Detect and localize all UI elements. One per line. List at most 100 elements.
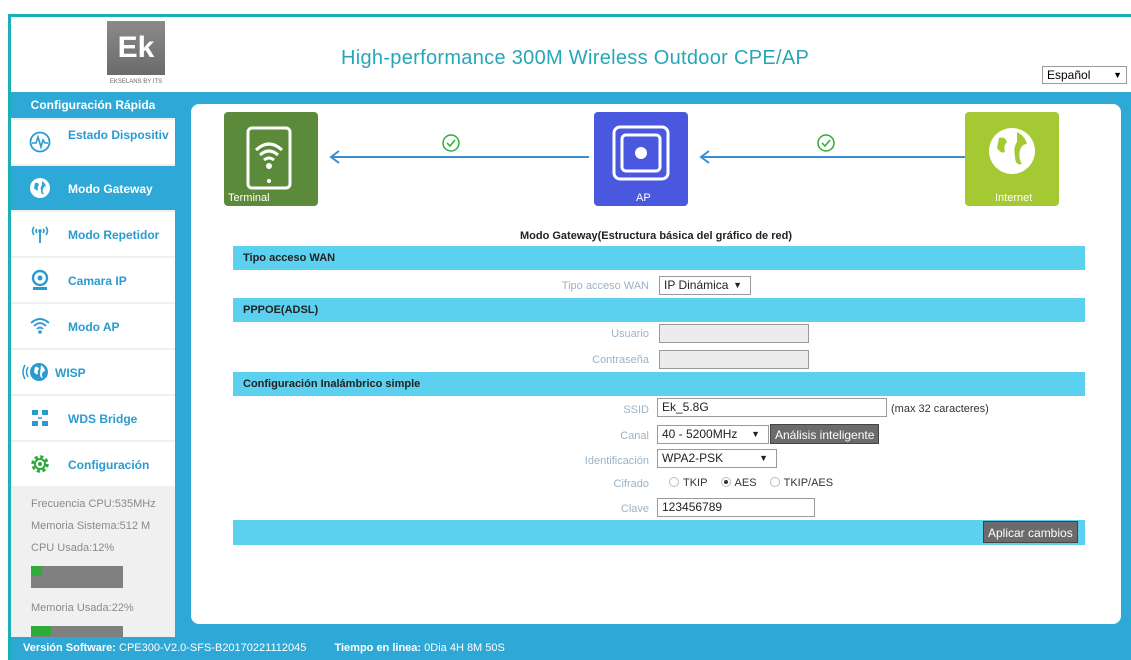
memory-usage-label: Memoria Usada:22% — [31, 602, 134, 614]
cipher-option-label: TKIP/AES — [783, 477, 834, 489]
wisp-globe-icon — [22, 363, 48, 381]
network-diagram-caption: Modo Gateway(Estructura básica del gráfi… — [519, 230, 792, 242]
uptime-value: 0Dia 4H 8M 50S — [424, 642, 505, 654]
radio-button[interactable] — [669, 477, 679, 487]
uptime-label: Tiempo en linea — [334, 642, 418, 654]
cpu-usage-bar — [31, 566, 123, 588]
ssid-hint: (max 32 caracteres) — [891, 403, 989, 415]
version-value: CPE300-V2.0-SFS-B20170221112045 — [119, 642, 307, 654]
cipher-option-label: TKIP — [683, 477, 708, 489]
sidebar-item-label: Modo AP — [68, 320, 120, 334]
wan-type-value: IP Dinámica — [664, 278, 729, 292]
chevron-down-icon: ▼ — [759, 453, 768, 463]
sidebar-item-gateway[interactable]: Modo Gateway — [11, 166, 175, 210]
terminal-label: Terminal — [228, 192, 270, 204]
cipher-option-tkip-aes[interactable]: TKIP/AES — [769, 477, 834, 489]
auth-value: WPA2-PSK — [662, 451, 724, 465]
pppoe-user-input[interactable] — [659, 324, 809, 343]
page-title: High-performance 300M Wireless Outdoor C… — [341, 47, 810, 69]
logo-subtext: EKSELANS BY ITS — [109, 79, 163, 85]
sidebar-item-camara[interactable]: Camara IP — [11, 258, 175, 302]
key-input[interactable]: 123456789 — [657, 498, 815, 517]
smart-scan-button[interactable]: Análisis inteligente — [770, 424, 880, 444]
tablet-wifi-icon — [246, 126, 292, 190]
cpu-frequency: Frecuencia CPU:535MHz — [31, 498, 156, 510]
sidebar-item-label: Estado Dispositiv — [68, 128, 169, 142]
sidebar-item-label: WDS Bridge — [68, 412, 138, 426]
cipher-option-aes[interactable]: AES — [720, 477, 757, 489]
sidebar-item-label: Configuración — [68, 458, 150, 472]
apply-bar — [233, 520, 1085, 545]
internet-tile: Internet — [965, 112, 1059, 206]
cipher-option-tkip[interactable]: TKIP — [669, 477, 707, 489]
check-icon — [442, 134, 460, 152]
auth-label: Identificación — [584, 455, 649, 467]
sidebar-item-config[interactable]: Configuración — [11, 442, 175, 486]
sidebar-item-label: Modo Gateway — [68, 182, 153, 196]
content-panel: Terminal AP Internet Modo Gateway(Estruc… — [191, 104, 1121, 624]
terminal-tile: Terminal — [224, 112, 318, 206]
cipher-option-label: AES — [734, 477, 757, 489]
link-line-left — [331, 156, 589, 158]
wds-icon — [32, 410, 48, 426]
gear-icon — [31, 455, 49, 473]
ap-tile: AP — [594, 112, 688, 206]
cpu-usage-label: CPU Usada:12% — [31, 542, 115, 554]
channel-value: 40 - 5200MHz — [662, 427, 738, 441]
section-wireless: Configuración Inalámbrico simple — [233, 372, 1085, 396]
section-pppoe: PPPOE(ADSL) — [233, 298, 1085, 322]
header: Ek EKSELANS BY ITS High-performance 300M… — [11, 17, 1131, 91]
sidebar: Configuración Rápida Estado Dispositiv M… — [11, 92, 175, 648]
radio-button[interactable] — [720, 477, 731, 487]
sidebar-item-repetidor[interactable]: Modo Repetidor — [11, 212, 175, 256]
ssid-label: SSID — [623, 404, 649, 416]
sidebar-item-estado[interactable]: Estado Dispositiv — [11, 120, 175, 164]
sidebar-item-label: Camara IP — [68, 274, 127, 288]
cipher-radio-group: TKIP AES TKIP/AES — [669, 477, 843, 489]
pulse-icon — [29, 131, 51, 153]
sidebar-item-label: Modo Repetidor — [68, 228, 160, 242]
cipher-label: Cifrado — [613, 478, 649, 490]
sidebar-item-label: WISP — [55, 366, 86, 380]
pppoe-user-label: Usuario — [611, 328, 649, 340]
internet-label: Internet — [995, 192, 1033, 204]
channel-select[interactable]: 40 - 5200MHz ▼ — [657, 425, 769, 444]
sidebar-item-ap[interactable]: Modo AP — [11, 304, 175, 348]
arrow-left-icon — [329, 150, 340, 164]
ssid-input[interactable]: Ek_5.8G — [657, 398, 887, 417]
sidebar-item-wds[interactable]: WDS Bridge — [11, 396, 175, 440]
chevron-down-icon: ▼ — [733, 280, 742, 290]
system-memory: Memoria Sistema:512 M — [31, 520, 151, 532]
quick-config-link[interactable]: Configuración Rápida — [11, 92, 175, 118]
link-line-right — [701, 156, 969, 158]
logo: Ek — [107, 21, 165, 75]
section-wan: Tipo acceso WAN — [233, 246, 1085, 270]
chevron-down-icon: ▼ — [751, 429, 760, 439]
radio-button[interactable] — [769, 477, 780, 487]
wan-type-label: Tipo acceso WAN — [561, 280, 649, 292]
key-label: Clave — [620, 503, 649, 515]
globe-icon — [30, 178, 50, 198]
language-select[interactable]: Español ▼ — [1042, 66, 1127, 84]
wan-type-select[interactable]: IP Dinámica ▼ — [659, 276, 751, 295]
channel-label: Canal — [620, 430, 649, 442]
wifi-icon — [30, 318, 50, 334]
router-icon — [612, 125, 670, 181]
apply-changes-button[interactable]: Aplicar cambios — [983, 521, 1078, 543]
pppoe-password-label: Contraseña — [592, 354, 649, 366]
version-label: Versión Software — [23, 642, 113, 654]
status-footer: Versión Software: CPE300-V2.0-SFS-B20170… — [11, 637, 1131, 660]
antenna-icon — [31, 226, 49, 243]
memory-usage-fill — [31, 626, 52, 636]
pppoe-password-input[interactable] — [659, 350, 809, 369]
chevron-down-icon: ▼ — [1113, 70, 1122, 80]
check-icon — [817, 134, 835, 152]
globe-icon — [989, 128, 1035, 174]
cpu-usage-fill — [31, 566, 43, 576]
sidebar-item-wisp[interactable]: WISP — [11, 350, 175, 394]
arrow-left-icon — [699, 150, 710, 164]
language-value: Español — [1047, 68, 1091, 82]
auth-select[interactable]: WPA2-PSK ▼ — [657, 449, 777, 468]
ap-label: AP — [636, 192, 651, 204]
system-stats: Frecuencia CPU:535MHz Memoria Sistema:51… — [11, 486, 175, 648]
